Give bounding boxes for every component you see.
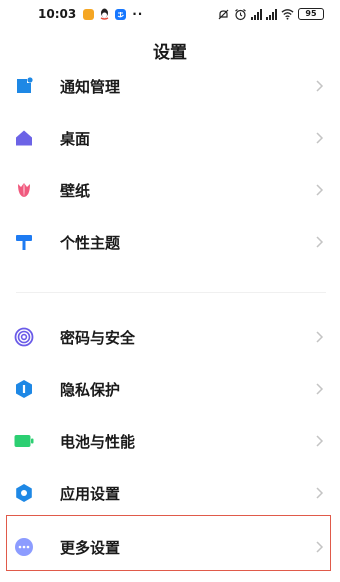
battery-icon [14,431,34,451]
privacy-shield-icon [14,379,34,399]
settings-item-label: 隐私保护 [60,380,121,399]
silent-icon [217,8,230,21]
settings-item-label: 桌面 [60,129,91,148]
settings-item-label: 壁纸 [60,181,91,200]
gear-icon [14,483,34,503]
settings-item-battery-performance[interactable]: 电池与性能 [0,415,340,467]
settings-item-label: 个性主题 [60,233,121,252]
chevron-right-icon [316,80,324,92]
wifi-icon [281,8,294,21]
settings-item-wallpaper[interactable]: 壁纸 [0,164,340,216]
signal-icon-1 [251,8,262,20]
settings-item-label: 密码与安全 [60,328,136,347]
app-notification-icon [83,8,95,20]
alarm-icon [234,8,247,21]
home-icon [14,128,34,148]
notification-icon [14,76,34,96]
battery-indicator: 95 [298,8,324,20]
chevron-right-icon [316,132,324,144]
chevron-right-icon [316,184,324,196]
fingerprint-icon [14,327,34,347]
highlight-box [6,515,331,571]
settings-item-label: 通知管理 [60,77,121,96]
settings-item-app-settings[interactable]: 应用设置 [0,467,340,519]
signal-icon-2 [266,8,277,20]
status-left: 10:03 ·· [38,7,143,21]
settings-item-label: 电池与性能 [60,432,136,451]
chevron-right-icon [316,435,324,447]
paint-roller-icon [14,232,34,252]
status-right: 95 [217,8,324,21]
settings-item-notification-management[interactable]: 通知管理 [0,60,340,112]
chevron-right-icon [316,236,324,248]
alipay-icon [115,8,127,20]
settings-item-password-security[interactable]: 密码与安全 [0,311,340,363]
status-bar: 10:03 ·· 95 [0,0,340,28]
qq-icon [98,8,111,21]
chevron-right-icon [316,487,324,499]
tulip-icon [14,180,34,200]
settings-item-themes[interactable]: 个性主题 [0,216,340,268]
settings-item-privacy-protection[interactable]: 隐私保护 [0,363,340,415]
settings-item-label: 应用设置 [60,484,121,503]
group-divider [16,292,326,293]
chevron-right-icon [316,383,324,395]
settings-item-desktop[interactable]: 桌面 [0,112,340,164]
more-notifications-indicator: ·· [132,7,144,21]
chevron-right-icon [316,331,324,343]
status-time: 10:03 [38,7,77,21]
